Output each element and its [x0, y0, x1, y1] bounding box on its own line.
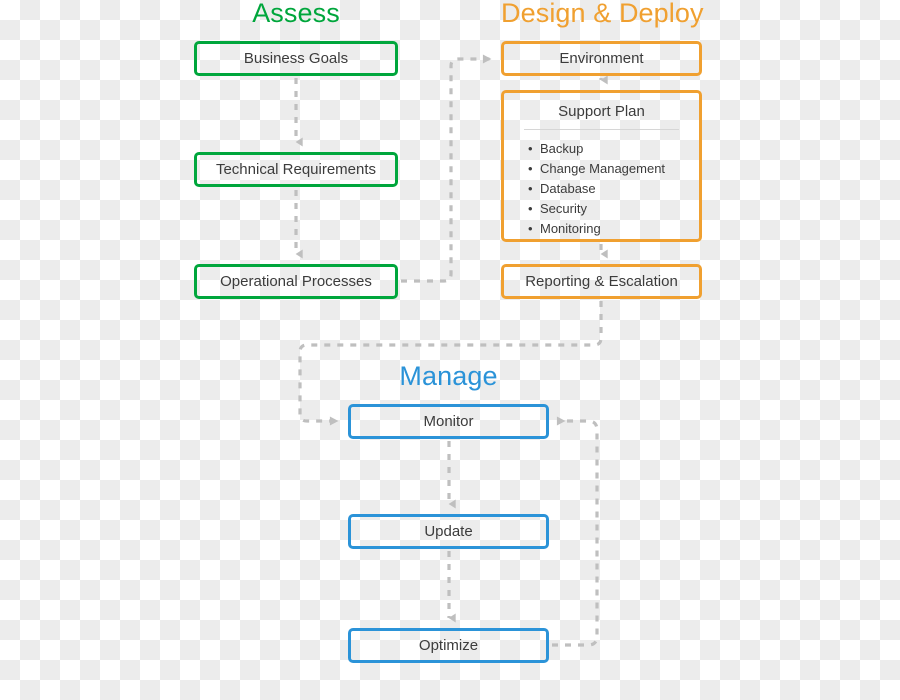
- flow-diagram: Assess Design & Deploy Manage Business G…: [0, 0, 900, 700]
- node-business-goals-label: Business Goals: [243, 49, 349, 67]
- list-item: Monitoring: [528, 219, 699, 239]
- support-plan-title: Support Plan: [558, 103, 645, 120]
- node-support-plan[interactable]: Support Plan Backup Change Management Da…: [501, 90, 702, 242]
- list-item: Change Management: [528, 159, 699, 179]
- node-monitor[interactable]: Monitor: [348, 404, 549, 439]
- node-business-goals[interactable]: Business Goals: [194, 41, 398, 76]
- section-title-design-deploy: Design & Deploy: [501, 0, 704, 28]
- node-technical-requirements[interactable]: Technical Requirements: [194, 152, 398, 187]
- list-item: Security: [528, 199, 699, 219]
- node-optimize-label: Optimize: [418, 636, 479, 654]
- node-environment[interactable]: Environment: [501, 41, 702, 76]
- node-environment-label: Environment: [559, 49, 644, 67]
- connector-operational-processes-to-environment: [401, 54, 492, 283]
- node-operational-processes-label: Operational Processes: [220, 272, 372, 290]
- section-title-assess: Assess: [252, 0, 340, 28]
- node-operational-processes[interactable]: Operational Processes: [194, 264, 398, 299]
- node-optimize[interactable]: Optimize: [348, 628, 549, 663]
- node-update[interactable]: Update: [348, 514, 549, 549]
- list-item: Database: [528, 179, 699, 199]
- section-title-manage: Manage: [399, 361, 498, 391]
- connector-layer: [294, 54, 608, 647]
- node-update-label: Update: [424, 522, 473, 540]
- support-plan-list: Backup Change Management Database Securi…: [504, 139, 699, 239]
- list-item: Backup: [528, 139, 699, 159]
- node-monitor-label: Monitor: [423, 412, 474, 430]
- support-plan-divider: [524, 129, 679, 130]
- connector-optimize-to-monitor-feedback: [552, 416, 599, 647]
- node-reporting-escalation[interactable]: Reporting & Escalation: [501, 264, 702, 299]
- node-technical-requirements-label: Technical Requirements: [215, 160, 377, 178]
- node-reporting-escalation-label: Reporting & Escalation: [525, 272, 678, 290]
